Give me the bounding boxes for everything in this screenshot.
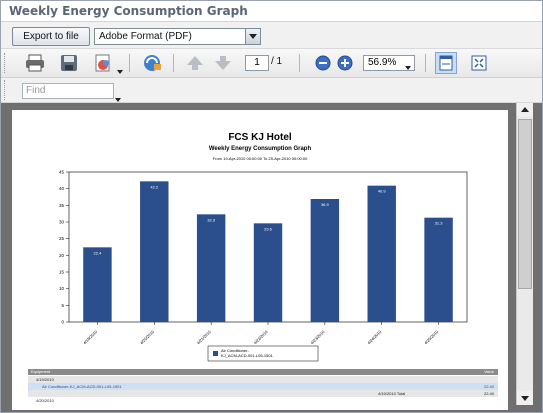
zoom-select[interactable]: 56.9% bbox=[363, 55, 415, 71]
bar bbox=[196, 214, 226, 322]
y-tick-label: 25 bbox=[59, 236, 65, 241]
y-tick-label: 15 bbox=[59, 270, 65, 275]
row-label: Air Conditioner-KJ_ACM-ACD-001-L05-1501 bbox=[42, 384, 122, 389]
y-tick-label: 10 bbox=[59, 286, 65, 291]
table-row: 4/20/2010 bbox=[28, 397, 498, 404]
y-tick-label: 30 bbox=[59, 220, 65, 225]
export-format-value: Adobe Format (PDF) bbox=[99, 31, 192, 42]
fit-page-icon[interactable] bbox=[469, 53, 489, 73]
y-tick-label: 20 bbox=[59, 253, 65, 258]
bar bbox=[83, 247, 112, 322]
x-tick-label: 4/21/2010 bbox=[196, 329, 213, 346]
bar bbox=[424, 217, 453, 322]
bar bbox=[140, 181, 169, 322]
zoom-out-icon[interactable] bbox=[313, 53, 333, 73]
legend-swatch bbox=[213, 351, 218, 356]
bar bbox=[310, 199, 340, 322]
vertical-scrollbar[interactable] bbox=[516, 103, 533, 405]
export-bar: Export to file Adobe Format (PDF) bbox=[1, 22, 542, 49]
y-tick-label: 40 bbox=[59, 186, 65, 191]
row-total-label: 4/19/2010 Total bbox=[378, 391, 406, 396]
report-page: FCS KJ Hotel Weekly Energy Consumption G… bbox=[12, 110, 508, 410]
previous-page-icon[interactable] bbox=[185, 53, 205, 73]
chevron-down-icon[interactable] bbox=[245, 29, 260, 44]
x-tick-label: 4/24/2010 bbox=[366, 329, 383, 346]
row-value: 22.40 bbox=[483, 391, 494, 396]
export-format-select[interactable]: Adobe Format (PDF) bbox=[94, 28, 261, 45]
find-input[interactable]: Find bbox=[22, 83, 114, 99]
export-to-file-button[interactable]: Export to file bbox=[12, 27, 90, 46]
x-tick-label: 4/19/2010 bbox=[82, 329, 99, 346]
toolbar-separator bbox=[425, 54, 426, 72]
bar-value-label: 29.6 bbox=[264, 226, 273, 231]
bar-value-label: 36.9 bbox=[321, 202, 330, 207]
zoom-value: 56.9% bbox=[368, 57, 397, 68]
toolbar-separator bbox=[299, 54, 300, 72]
chevron-down-icon bbox=[405, 61, 411, 75]
row-value: 22.40 bbox=[483, 384, 494, 389]
toolbar-separator bbox=[173, 54, 174, 72]
y-tick-label: 0 bbox=[61, 320, 64, 325]
row-label: 4/20/2010 bbox=[36, 398, 54, 403]
table-header-value: Value bbox=[484, 369, 494, 374]
title-bar: Weekly Energy Consumption Graph bbox=[1, 1, 542, 22]
toolbar-separator bbox=[129, 54, 130, 72]
bar-chart: 0 5 10 15 20 25 30 35 40 45 22.4 4/19/2010 42.2 4/20/… bbox=[59, 170, 468, 362]
y-tick-label: 45 bbox=[59, 170, 65, 175]
legend-label: KJ_ACM-ACD-001-L05-1501 bbox=[221, 353, 274, 358]
report-viewer-window: Weekly Energy Consumption Graph Export t… bbox=[0, 0, 543, 413]
bar bbox=[367, 185, 396, 322]
findbar-grip bbox=[4, 80, 8, 100]
row-label: 4/19/2010 bbox=[36, 377, 54, 382]
bar bbox=[253, 223, 283, 322]
find-placeholder: Find bbox=[26, 85, 46, 96]
bar-value-label: 40.9 bbox=[378, 189, 387, 194]
page-total: / 1 bbox=[271, 56, 283, 67]
table-row: 4/19/2010 Total 22.40 bbox=[28, 390, 498, 397]
scrollbar-thumb[interactable] bbox=[518, 119, 532, 289]
bar-value-label: 32.3 bbox=[207, 217, 216, 222]
export-dropdown-icon[interactable] bbox=[117, 61, 123, 79]
next-page-icon[interactable] bbox=[213, 53, 233, 73]
report-toolbar: 1 / 1 56.9% bbox=[1, 49, 542, 78]
save-icon[interactable] bbox=[59, 53, 79, 73]
y-tick-label: 35 bbox=[59, 203, 65, 208]
table-header: Equipment Value bbox=[28, 369, 498, 375]
toolbar-grip bbox=[4, 53, 8, 73]
page-number-input[interactable]: 1 bbox=[245, 55, 269, 71]
table-row: 4/19/2010 bbox=[28, 376, 498, 383]
scroll-up-icon[interactable] bbox=[517, 103, 533, 117]
zoom-in-icon[interactable] bbox=[335, 53, 355, 73]
export-icon[interactable] bbox=[93, 53, 113, 73]
refresh-icon[interactable] bbox=[141, 53, 161, 73]
x-tick-label: 4/25/2010 bbox=[423, 329, 440, 346]
x-tick-label: 4/22/2010 bbox=[253, 329, 270, 346]
window-title: Weekly Energy Consumption Graph bbox=[9, 4, 248, 18]
scroll-down-icon[interactable] bbox=[517, 391, 533, 405]
bar-value-label: 31.3 bbox=[435, 221, 444, 226]
bar-value-label: 42.2 bbox=[150, 184, 159, 189]
x-tick-label: 4/23/2010 bbox=[309, 329, 326, 346]
y-tick-label: 5 bbox=[61, 303, 64, 308]
print-icon[interactable] bbox=[25, 53, 45, 73]
fit-width-icon[interactable] bbox=[435, 52, 457, 74]
report-viewport: FCS KJ Hotel Weekly Energy Consumption G… bbox=[1, 103, 542, 412]
x-tick-label: 4/20/2010 bbox=[139, 329, 156, 346]
bar-value-label: 22.4 bbox=[94, 250, 103, 255]
find-bar: Find bbox=[1, 78, 542, 103]
table-header-equipment: Equipment bbox=[31, 369, 51, 374]
table-row: Air Conditioner-KJ_ACM-ACD-001-L05-1501 … bbox=[28, 383, 498, 390]
